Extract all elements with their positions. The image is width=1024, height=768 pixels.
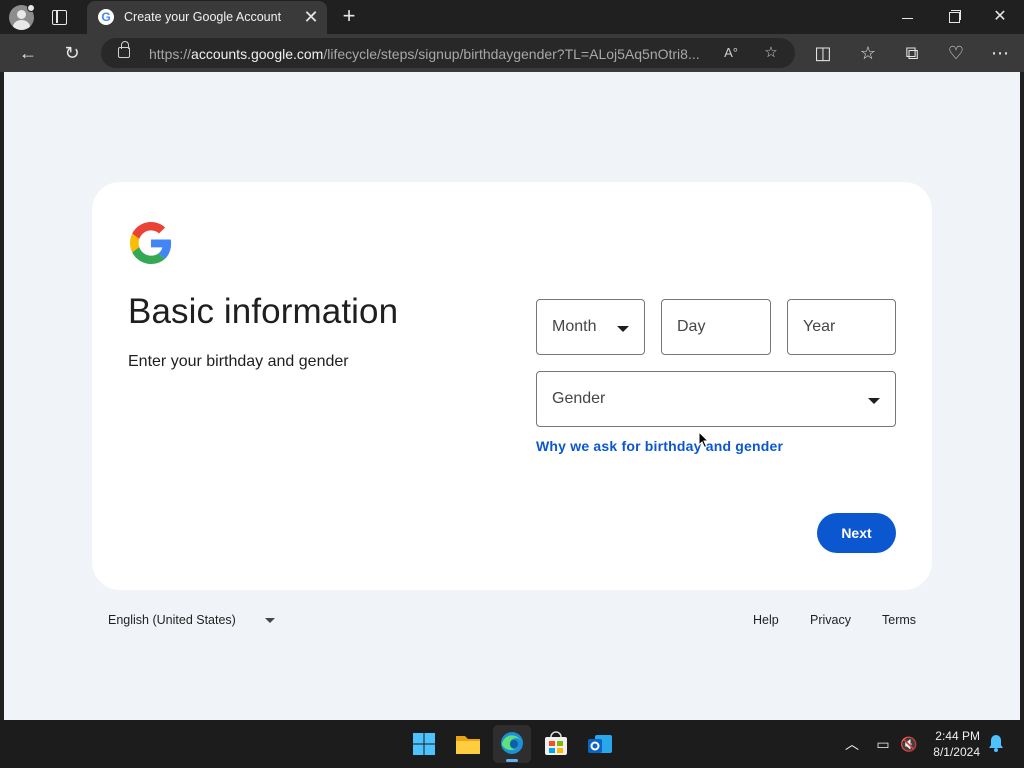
clock-time[interactable]: 2:44 PM: [920, 729, 980, 743]
profile-status-icon: [27, 4, 35, 12]
start-menu-icon[interactable]: [405, 725, 443, 763]
day-input[interactable]: Day: [661, 299, 771, 355]
month-placeholder: Month: [552, 318, 597, 335]
help-link[interactable]: Help: [753, 613, 779, 627]
new-tab-icon[interactable]: +: [338, 4, 360, 28]
restore-window-icon[interactable]: [934, 2, 974, 32]
privacy-link[interactable]: Privacy: [810, 613, 851, 627]
terms-link[interactable]: Terms: [882, 613, 916, 627]
favorite-star-icon[interactable]: ☆: [759, 41, 783, 65]
network-icon[interactable]: ▭: [873, 734, 893, 754]
close-window-icon[interactable]: ✕: [980, 2, 1020, 32]
mouse-cursor-icon: [698, 431, 710, 449]
notification-bell-icon[interactable]: [986, 734, 1006, 754]
month-select[interactable]: Month: [536, 299, 645, 355]
favorites-icon[interactable]: ☆: [855, 40, 881, 66]
year-placeholder: Year: [803, 318, 836, 335]
taskbar: ︿ ▭ 🔇 2:44 PM 8/1/2024: [0, 720, 1024, 768]
outlook-icon[interactable]: [581, 725, 619, 763]
chevron-down-icon: [868, 398, 880, 404]
tab-actions-icon[interactable]: [50, 8, 68, 26]
clock-date[interactable]: 8/1/2024: [920, 745, 980, 759]
why-ask-link[interactable]: Why we ask for birthday and gender: [536, 438, 783, 454]
minimize-window-icon[interactable]: [888, 2, 928, 32]
address-bar[interactable]: https://accounts.google.com/lifecycle/st…: [101, 38, 795, 68]
browser-essentials-icon[interactable]: ♡: [943, 40, 969, 66]
language-select[interactable]: English (United States): [108, 613, 236, 627]
back-arrow-icon[interactable]: ←: [15, 40, 41, 66]
page-viewport: Basic information Enter your birthday an…: [4, 72, 1020, 720]
next-button[interactable]: Next: [817, 513, 896, 553]
lock-icon[interactable]: [118, 41, 130, 58]
browser-toolbar: ← ↻ https://accounts.google.com/lifecycl…: [0, 34, 1024, 72]
read-aloud-icon[interactable]: A°: [719, 41, 743, 65]
refresh-icon[interactable]: ↻: [59, 40, 85, 66]
collections-icon[interactable]: ⧉: [899, 40, 925, 66]
day-placeholder: Day: [677, 318, 706, 335]
gender-placeholder: Gender: [552, 390, 606, 407]
chevron-down-icon[interactable]: [265, 618, 275, 623]
page-title: Basic information: [128, 292, 399, 331]
year-input[interactable]: Year: [787, 299, 896, 355]
volume-muted-icon[interactable]: 🔇: [899, 734, 919, 754]
close-tab-icon[interactable]: ✕: [302, 7, 320, 27]
active-indicator: [506, 759, 518, 762]
gender-select[interactable]: Gender: [536, 371, 896, 427]
chevron-up-icon[interactable]: ︿: [842, 734, 862, 754]
signup-card: Basic information Enter your birthday an…: [92, 182, 932, 590]
more-options-icon[interactable]: ⋯: [987, 40, 1013, 66]
file-explorer-icon[interactable]: [449, 725, 487, 763]
tab-title: Create your Google Account: [124, 10, 282, 24]
browser-tab[interactable]: G Create your Google Account ✕: [87, 1, 327, 34]
tab-strip: G Create your Google Account ✕ + ✕: [0, 0, 1024, 34]
chevron-down-icon: [617, 326, 629, 332]
page-subtitle: Enter your birthday and gender: [128, 353, 349, 370]
split-screen-icon[interactable]: ◫: [810, 40, 836, 66]
edge-browser-icon[interactable]: [493, 725, 531, 763]
google-favicon-icon: G: [98, 9, 114, 25]
microsoft-store-icon[interactable]: [537, 725, 575, 763]
google-logo-icon: [130, 222, 172, 264]
url-text[interactable]: https://accounts.google.com/lifecycle/st…: [149, 46, 700, 62]
